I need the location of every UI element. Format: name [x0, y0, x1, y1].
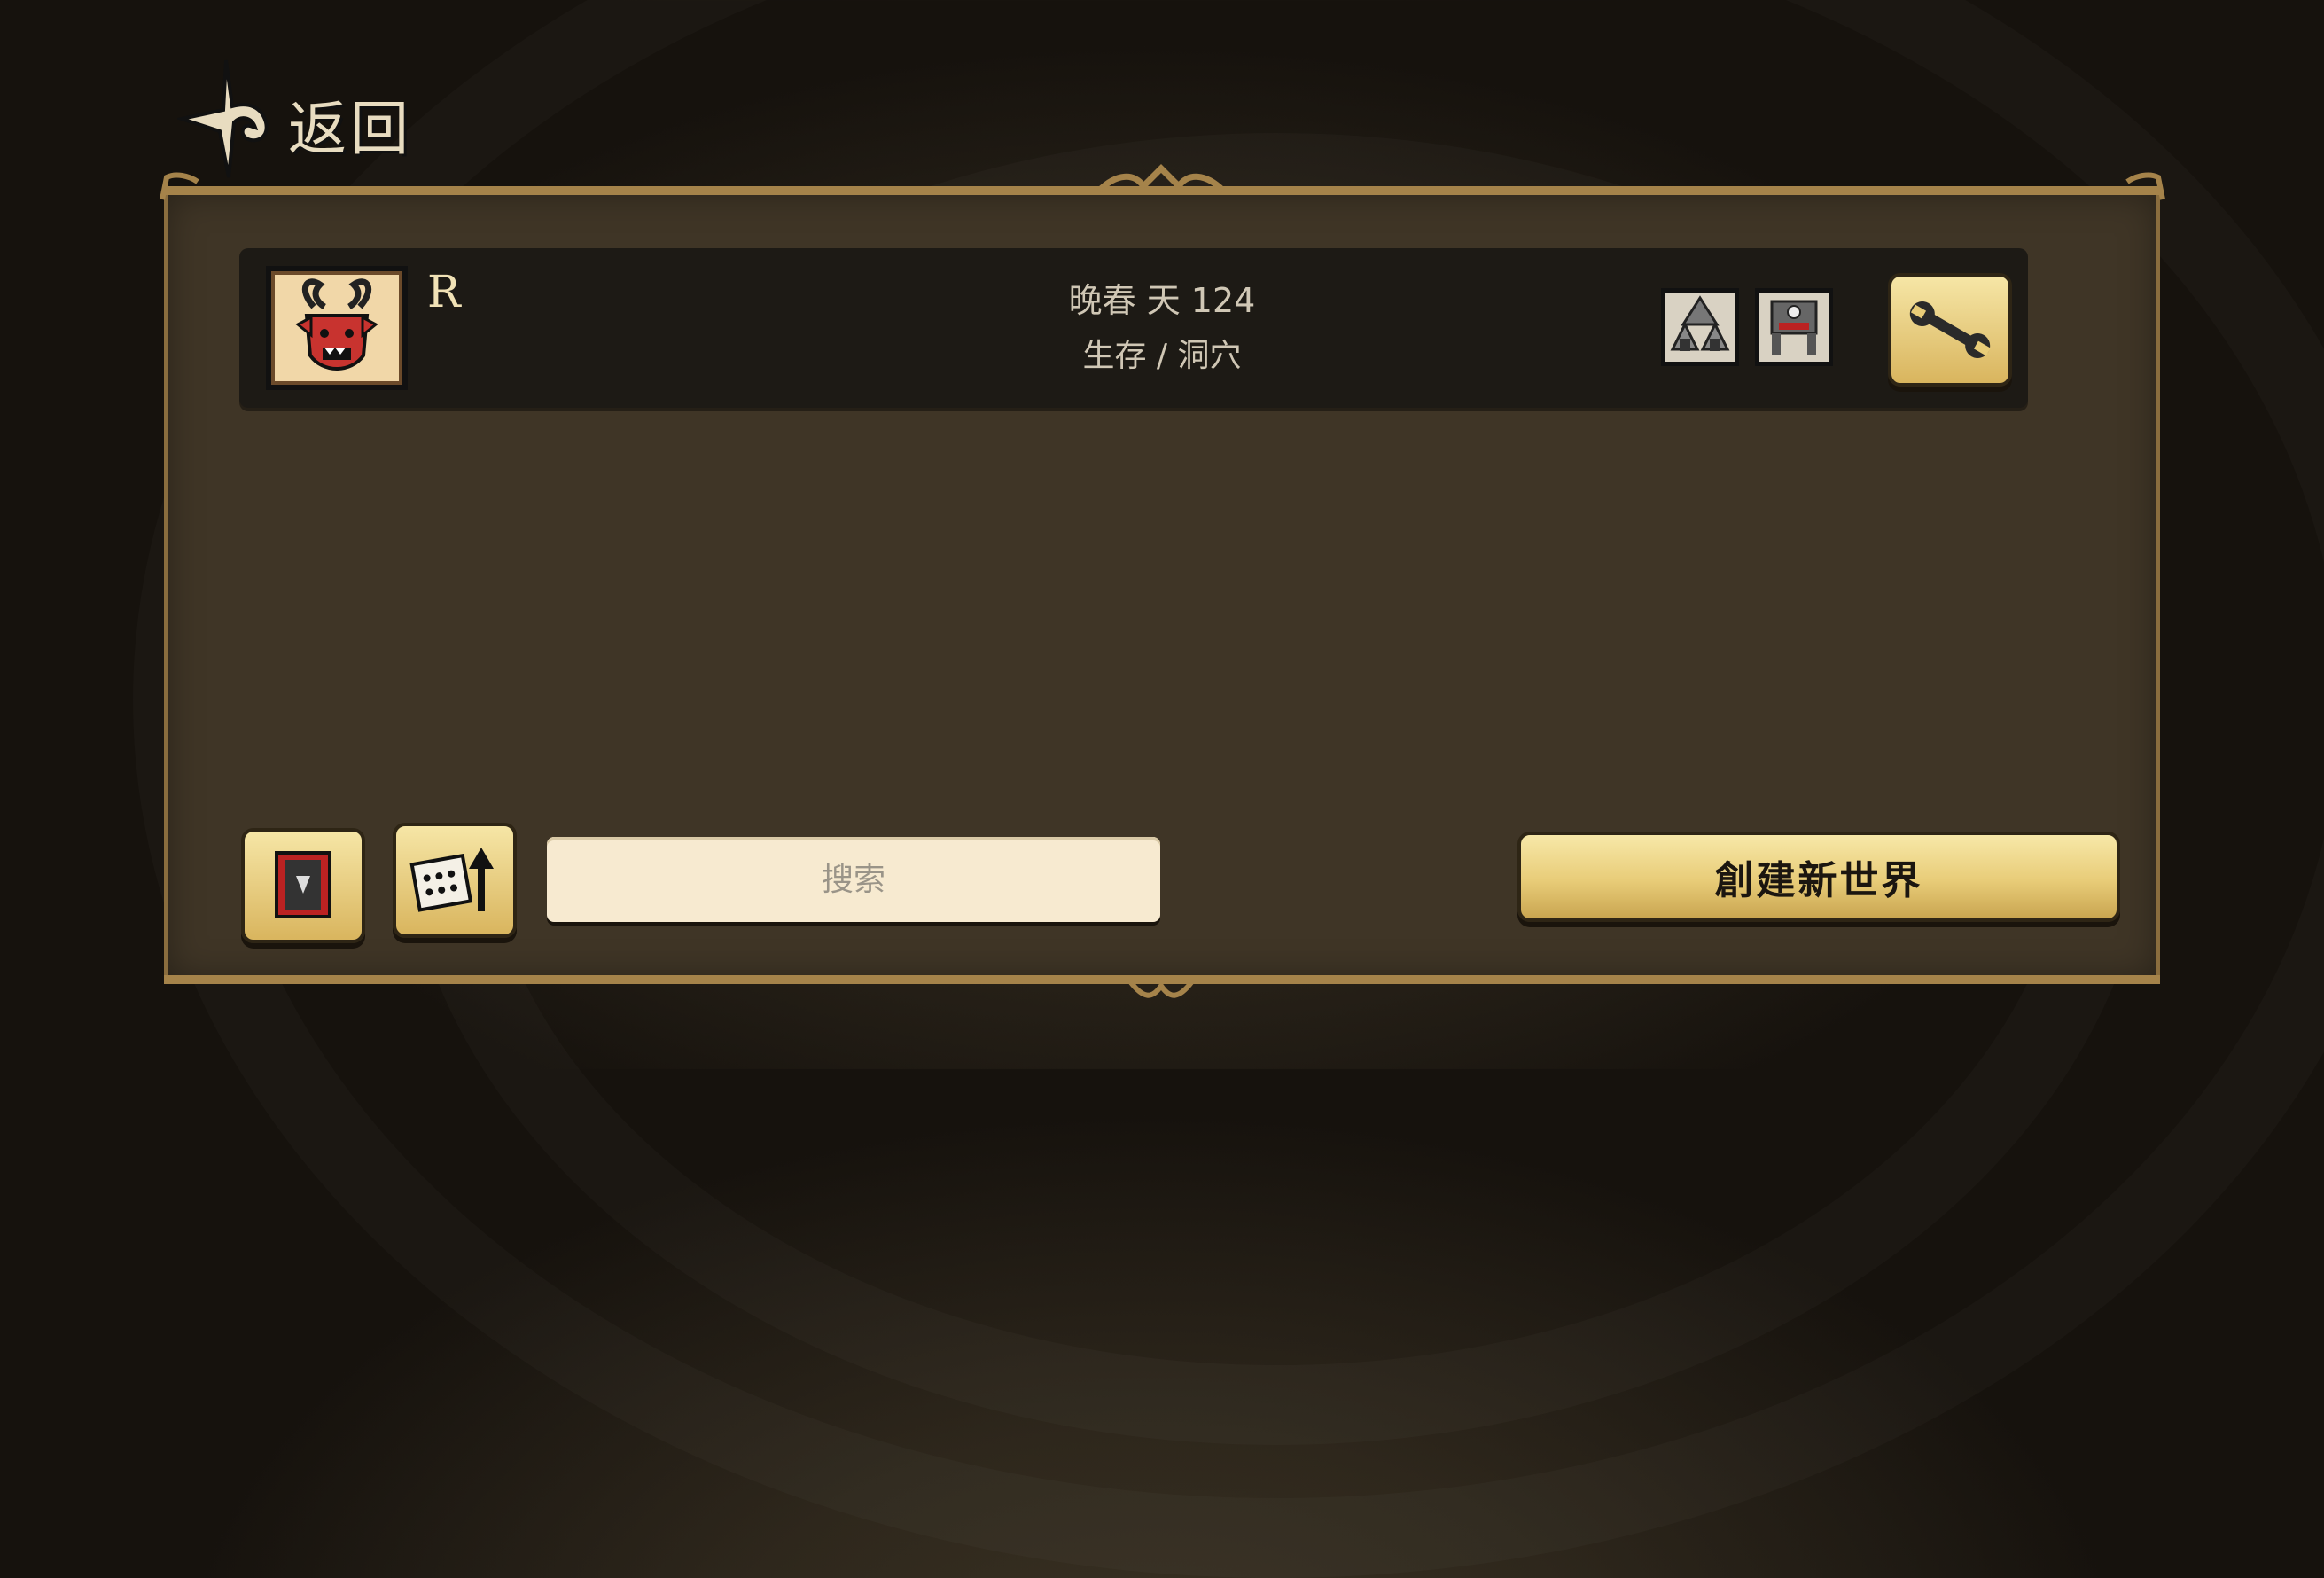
robot-icon — [1770, 300, 1818, 355]
pig-houses-icon — [1670, 295, 1730, 351]
mod-icon-robot[interactable] — [1755, 288, 1833, 366]
panel-corner-ornament-icon — [2125, 172, 2165, 200]
world-settings-button[interactable] — [1888, 273, 2012, 387]
wrench-icon — [1909, 301, 1991, 358]
red-horned-character-portrait-icon — [295, 278, 378, 371]
mod-filter-button[interactable] — [241, 828, 365, 943]
panel-top-ornament-icon — [1096, 164, 1226, 193]
world-slot-row[interactable]: R 晚春 天 124 生存 / 洞穴 — [239, 248, 2028, 408]
back-button[interactable]: 返回 — [177, 53, 417, 186]
panel-bottom-ornament-icon — [1127, 980, 1195, 998]
world-season-day: 晚春 天 124 — [1068, 281, 1256, 320]
search-input[interactable] — [547, 837, 1160, 922]
world-game-mode: 生存 / 洞穴 — [1082, 338, 1242, 374]
mod-icon-pig-houses[interactable] — [1661, 288, 1739, 366]
back-label: 返回 — [288, 95, 412, 163]
panel-corner-ornament-icon — [160, 172, 199, 200]
world-name: R — [427, 266, 461, 317]
sort-by-date-button[interactable] — [393, 823, 517, 938]
ornate-arrow-left-icon — [177, 59, 269, 178]
calendar-sort-icon — [409, 848, 494, 912]
create-new-world-button[interactable]: 創建新世界 — [1517, 832, 2120, 922]
mod-filter-card-icon — [275, 851, 331, 918]
character-portrait — [266, 266, 408, 390]
